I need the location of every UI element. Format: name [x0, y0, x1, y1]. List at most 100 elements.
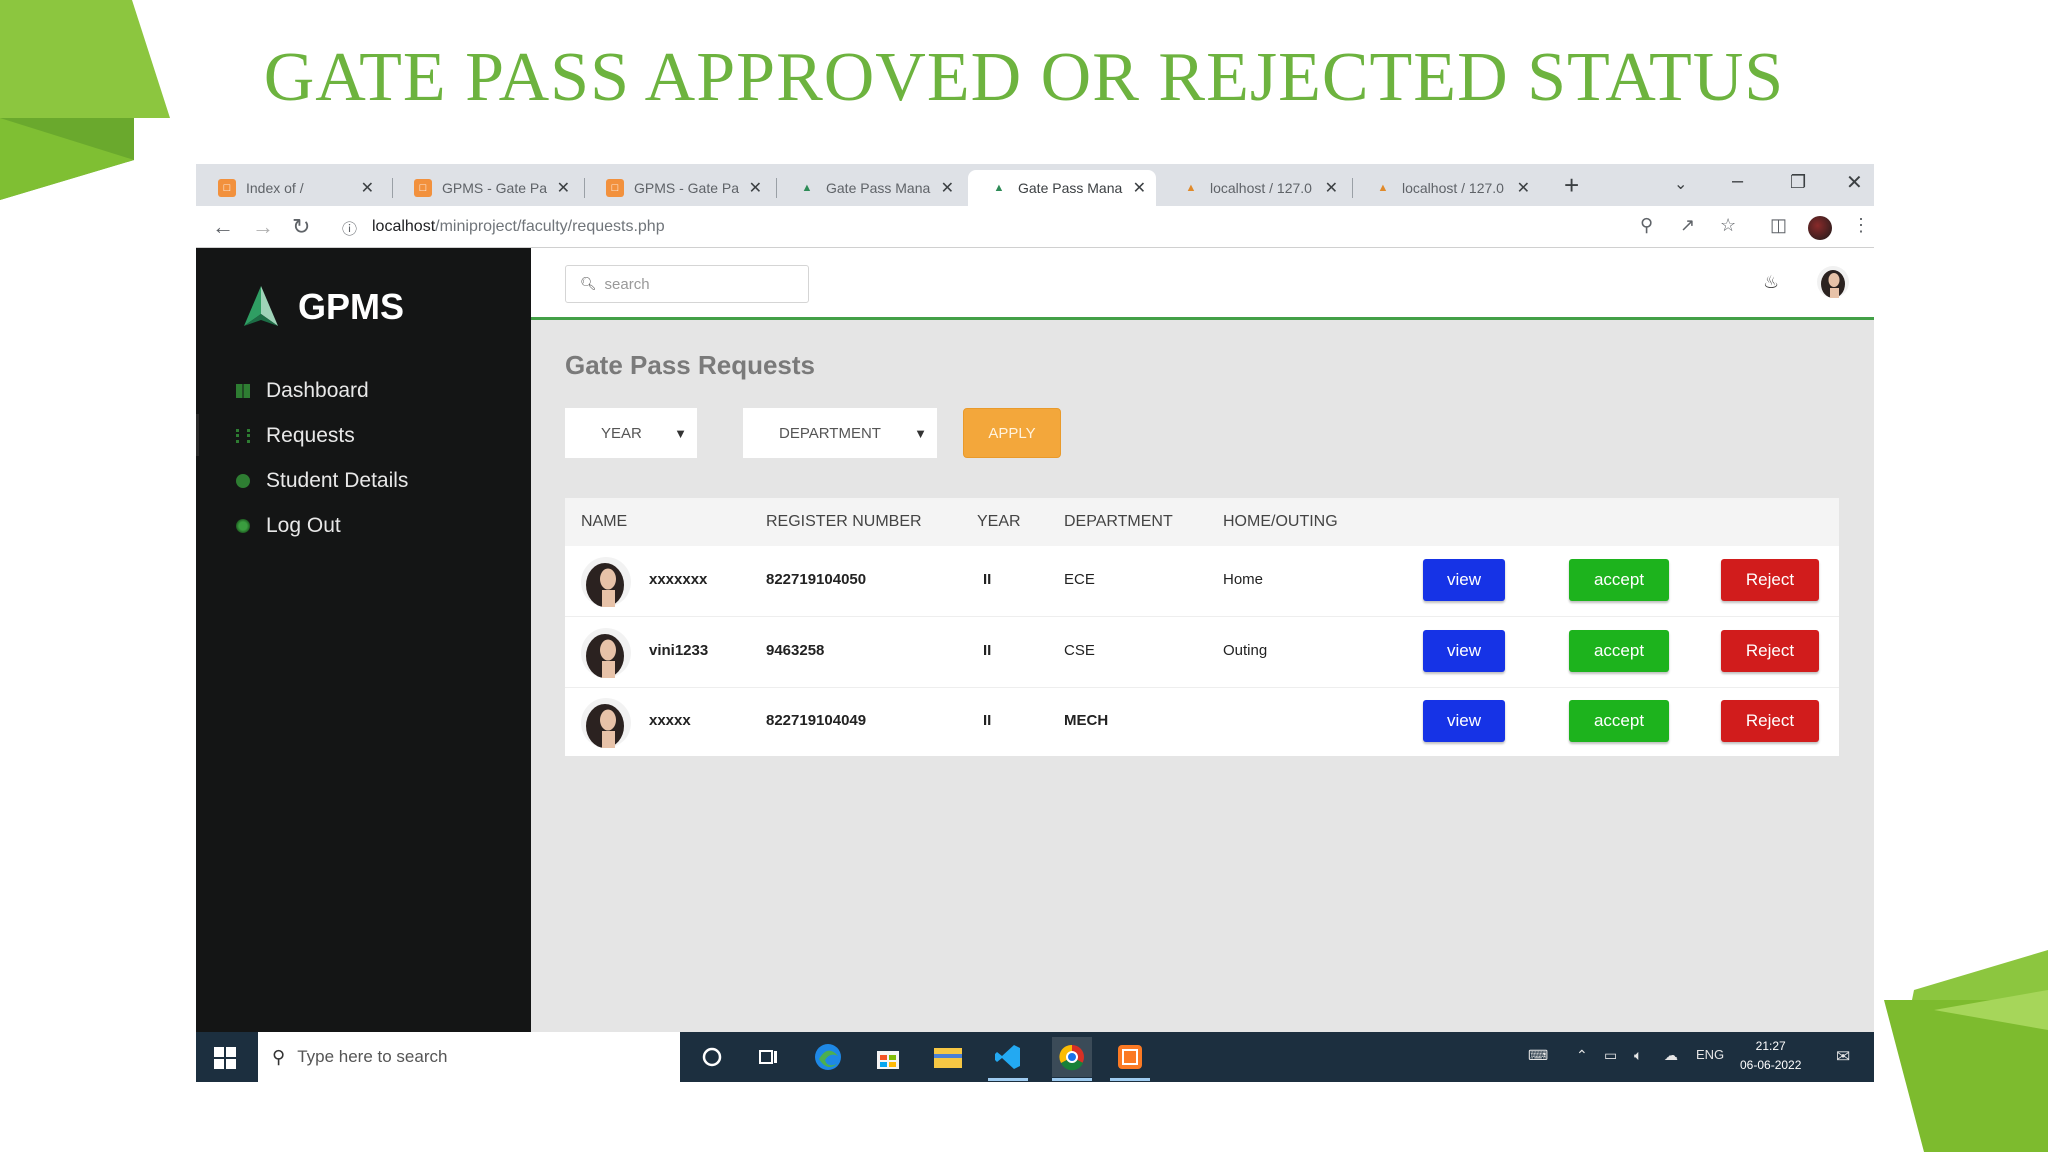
browser-tab-active[interactable]: ▲ Gate Pass Mana ✕	[968, 170, 1156, 206]
sidebar-item-requests[interactable]: Requests	[236, 424, 355, 448]
url-field[interactable]: localhost/miniproject/faculty/requests.p…	[372, 218, 665, 236]
sidebar: GPMS Dashboard Requests Student Details …	[196, 248, 531, 1032]
brand[interactable]: GPMS	[238, 284, 404, 330]
student-avatar	[581, 698, 631, 748]
accept-button[interactable]: accept	[1569, 630, 1669, 672]
sidebar-item-dashboard[interactable]: Dashboard	[236, 379, 369, 403]
side-panel-icon[interactable]: ◫	[1770, 215, 1787, 236]
url-host: localhost	[372, 218, 436, 235]
view-button[interactable]: view	[1423, 700, 1505, 742]
browser-tab[interactable]: □ GPMS - Gate Pa ✕	[392, 170, 580, 206]
browser-tab[interactable]: □ GPMS - Gate Pa ✕	[584, 170, 772, 206]
accept-button[interactable]: accept	[1569, 700, 1669, 742]
language-indicator[interactable]: ENG	[1696, 1047, 1724, 1062]
avatar[interactable]	[1817, 266, 1849, 298]
apply-button[interactable]: APPLY	[963, 408, 1061, 458]
gpms-logo-icon: ▲	[801, 182, 813, 194]
xampp-icon: □	[218, 179, 236, 197]
search-icon: ⚲	[272, 1046, 286, 1067]
table-row: xxxxxxx 822719104050 II ECE Home view ac…	[565, 546, 1839, 617]
site-info-icon[interactable]: ⓘ	[342, 218, 357, 239]
main-content: Gate Pass Requests YEAR ▼ DEPARTMENT ▼ A…	[531, 320, 1874, 1032]
accept-button[interactable]: accept	[1569, 559, 1669, 601]
view-button[interactable]: view	[1423, 559, 1505, 601]
slide-corner-decoration-bottom-right	[1884, 950, 2048, 1152]
browser-tab[interactable]: ▲ Gate Pass Mana ✕	[776, 170, 964, 206]
taskbar-search-input[interactable]: ⚲ Type here to search	[258, 1032, 680, 1082]
tab-search-icon[interactable]: ⌄	[1674, 174, 1687, 194]
active-app-indicator	[988, 1078, 1028, 1081]
network-icon[interactable]: ☁	[1664, 1047, 1678, 1064]
windows-start-icon[interactable]	[214, 1047, 236, 1069]
back-icon[interactable]: ←	[212, 214, 234, 240]
browser-tab[interactable]: ▲ localhost / 127.0 ✕	[1352, 170, 1540, 206]
notification-icon[interactable]: ✉	[1836, 1047, 1850, 1067]
reject-button[interactable]: Reject	[1721, 630, 1819, 672]
store-icon[interactable]	[872, 1041, 904, 1073]
reload-icon[interactable]: ↻	[292, 214, 310, 240]
minimize-icon[interactable]: –	[1732, 170, 1743, 193]
bell-icon[interactable]: ♨	[1763, 272, 1779, 293]
sidebar-item-log-out[interactable]: Log Out	[236, 514, 341, 538]
xampp-icon[interactable]	[1114, 1041, 1146, 1073]
home-outing-value: Home	[1223, 571, 1264, 588]
reject-button[interactable]: Reject	[1721, 700, 1819, 742]
close-window-icon[interactable]: ✕	[1846, 170, 1863, 195]
close-icon[interactable]: ✕	[361, 178, 374, 198]
department-select-value: DEPARTMENT	[779, 424, 881, 442]
menu-icon[interactable]: ⋮	[1852, 215, 1870, 236]
slide-title: GATE PASS APPROVED OR REJECTED STATUS	[263, 39, 1785, 116]
close-icon[interactable]: ✕	[1133, 178, 1146, 198]
gpms-logo-icon	[244, 286, 278, 326]
student-name: xxxxxxx	[649, 571, 708, 588]
task-view-icon[interactable]	[752, 1041, 784, 1073]
restore-icon[interactable]: ❐	[1790, 172, 1806, 193]
screenshot-frame: □ Index of / ✕ □ GPMS - Gate Pa ✕ □ GPMS…	[196, 164, 1874, 1082]
vscode-icon[interactable]	[992, 1041, 1024, 1073]
forward-icon[interactable]: →	[252, 214, 274, 240]
close-icon[interactable]: ✕	[557, 178, 570, 198]
chrome-icon[interactable]	[1052, 1037, 1092, 1077]
close-icon[interactable]: ✕	[1517, 178, 1530, 198]
clock-time: 21:27	[1755, 1039, 1786, 1053]
dashboard-icon	[236, 384, 250, 398]
profile-avatar[interactable]	[1808, 216, 1832, 240]
cortana-icon[interactable]	[696, 1041, 728, 1073]
taskbar-clock[interactable]: 21:27 06-06-2022	[1740, 1037, 1801, 1075]
edge-icon[interactable]	[812, 1041, 844, 1073]
share-icon[interactable]: ↗	[1680, 215, 1695, 236]
keyboard-icon[interactable]: ⌨	[1528, 1047, 1548, 1064]
register-number: 822719104050	[766, 571, 867, 588]
close-icon[interactable]: ✕	[749, 178, 762, 198]
student-avatar	[581, 557, 631, 607]
column-header: NAME	[581, 513, 628, 530]
bookmark-star-icon[interactable]: ☆	[1720, 215, 1736, 236]
search-input[interactable]: 🔍︎ search	[565, 265, 809, 303]
view-button[interactable]: view	[1423, 630, 1505, 672]
close-icon[interactable]: ✕	[941, 178, 954, 198]
active-nav-indicator	[196, 414, 199, 456]
requests-icon	[236, 429, 250, 443]
browser-tab[interactable]: □ Index of / ✕	[196, 170, 384, 206]
year-select[interactable]: YEAR ▼	[565, 408, 697, 458]
student-avatar	[581, 628, 631, 678]
reject-button[interactable]: Reject	[1721, 559, 1819, 601]
chevron-up-icon[interactable]: ⌃	[1576, 1047, 1588, 1064]
register-number: 9463258	[766, 642, 825, 659]
browser-tab[interactable]: ▲ localhost / 127.0 ✕	[1160, 170, 1348, 206]
department-value: CSE	[1064, 642, 1095, 659]
zoom-icon[interactable]: ⚲	[1640, 215, 1653, 236]
new-tab-icon[interactable]: +	[1564, 170, 1579, 201]
sidebar-item-student-details[interactable]: Student Details	[236, 469, 408, 493]
table-header: NAME REGISTER NUMBER YEAR DEPARTMENT HOM…	[565, 498, 1839, 546]
volume-icon[interactable]: 🔈︎	[1634, 1047, 1642, 1064]
home-outing-value: Outing	[1223, 642, 1268, 659]
battery-icon[interactable]: ▭	[1604, 1047, 1617, 1064]
xampp-icon: □	[606, 179, 624, 197]
table-row: vini1233 9463258 II CSE Outing view acce…	[565, 617, 1839, 688]
file-explorer-icon[interactable]	[932, 1041, 964, 1073]
year-select-value: YEAR	[601, 424, 642, 442]
department-select[interactable]: DEPARTMENT ▼	[743, 408, 937, 458]
close-icon[interactable]: ✕	[1325, 178, 1338, 198]
gpms-logo-icon: ▲	[993, 182, 1005, 194]
